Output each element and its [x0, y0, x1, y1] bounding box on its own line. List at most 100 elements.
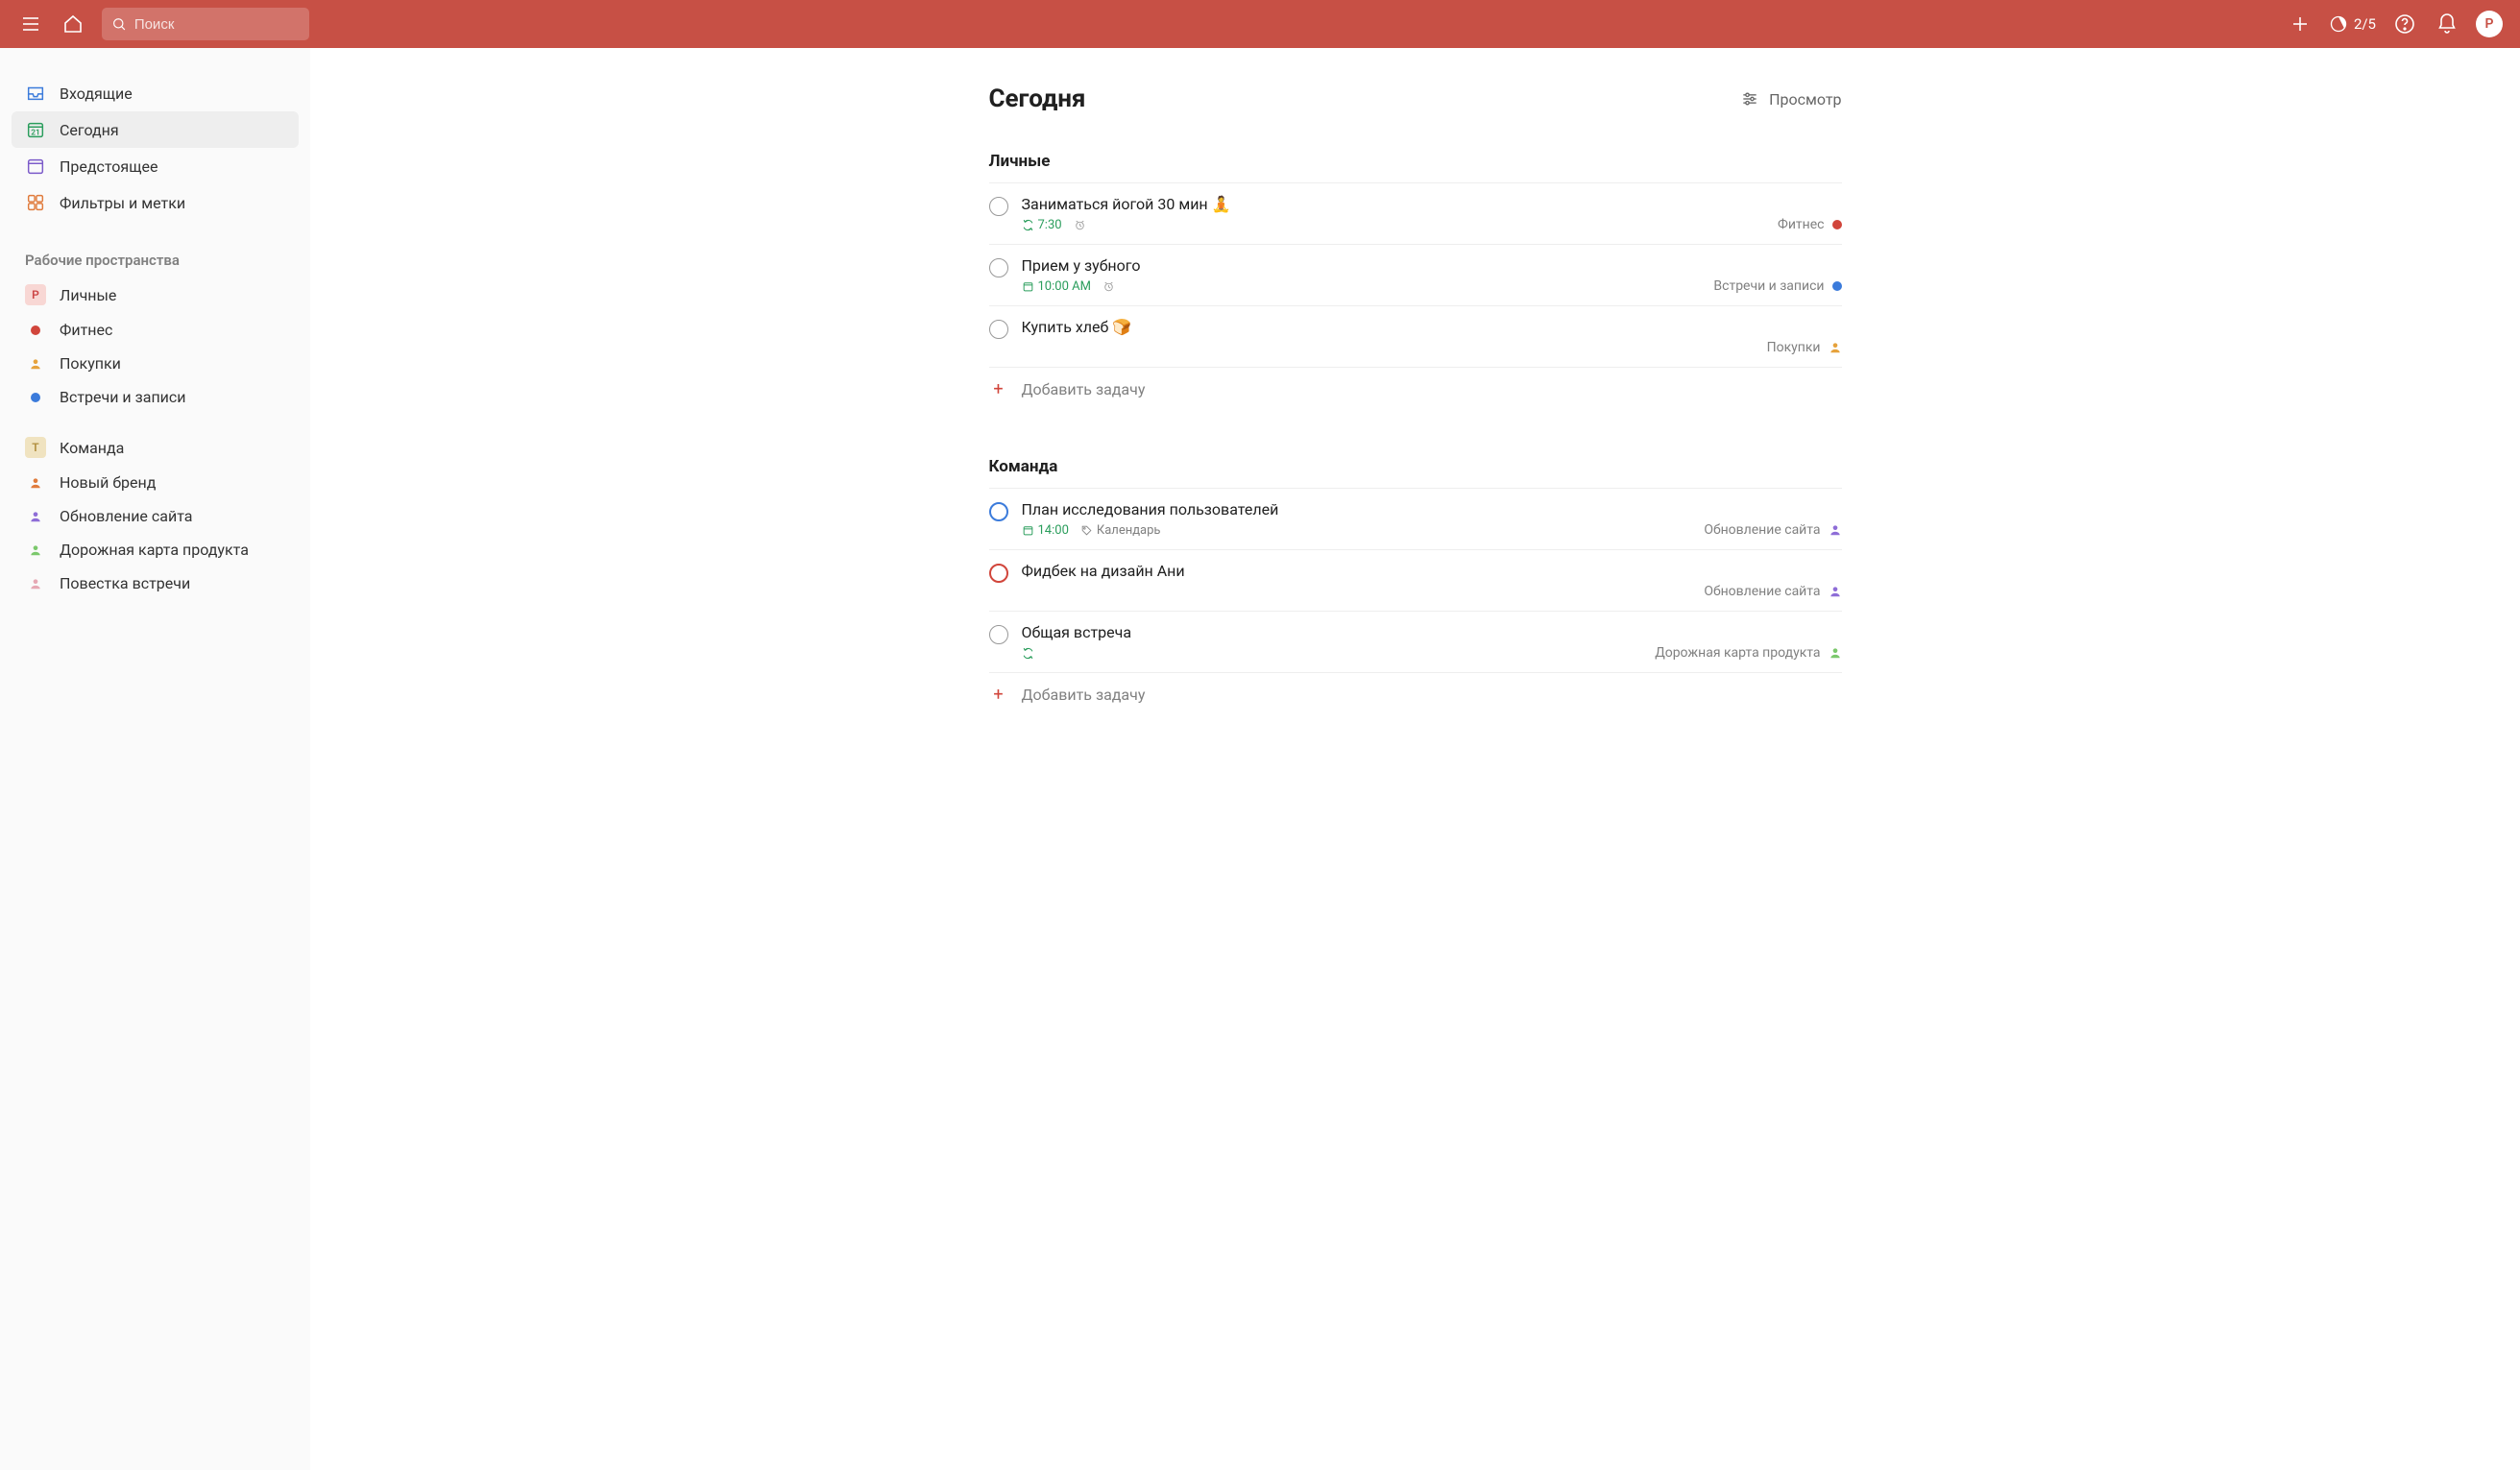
task-checkbox[interactable]	[989, 197, 1008, 216]
sliders-icon	[1740, 89, 1759, 108]
project-roadmap[interactable]: Дорожная карта продукта	[12, 533, 299, 566]
person-icon	[29, 357, 42, 371]
task-project[interactable]: Встречи и записи	[1713, 278, 1841, 294]
upcoming-icon	[25, 156, 46, 177]
project-label: Новый бренд	[60, 473, 156, 492]
task-title: План исследования пользователей	[1022, 500, 1842, 518]
project-label: Встречи и записи	[60, 388, 186, 406]
avatar-letter: P	[2485, 16, 2494, 32]
task-row[interactable]: Заниматься йогой 30 мин 🧘7:30Фитнес	[989, 183, 1842, 245]
productivity-counter[interactable]: 2/5	[2329, 14, 2376, 34]
sidebar-item-label: Предстоящее	[60, 157, 158, 176]
sidebar-item-label: Сегодня	[60, 121, 119, 139]
project-shopping[interactable]: Покупки	[12, 347, 299, 380]
task-checkbox[interactable]	[989, 502, 1008, 521]
person-icon	[1829, 341, 1842, 354]
view-button[interactable]: Просмотр	[1740, 89, 1841, 108]
task-row[interactable]: Общая встреча Дорожная карта продукта	[989, 612, 1842, 673]
svg-text:21: 21	[31, 129, 39, 138]
project-newbrand[interactable]: Новый бренд	[12, 466, 299, 499]
project-label: Обновление сайта	[60, 507, 192, 525]
search-icon	[111, 15, 127, 33]
avatar[interactable]: P	[2476, 11, 2503, 37]
notifications-icon[interactable]	[2434, 11, 2460, 37]
task-title: Общая встреча	[1022, 623, 1842, 641]
section-title: Личные	[989, 152, 1842, 171]
help-icon[interactable]	[2391, 11, 2418, 37]
task-row[interactable]: Прием у зубного 10:00 AM Встречи и записи	[989, 245, 1842, 306]
task-row[interactable]: Фидбек на дизайн АниОбновление сайта	[989, 550, 1842, 612]
page-title: Сегодня	[989, 84, 1086, 113]
counter-text: 2/5	[2354, 15, 2376, 33]
menu-icon[interactable]	[17, 11, 44, 37]
sidebar-item-today[interactable]: 21 Сегодня	[12, 111, 299, 148]
project-label: Фитнес	[60, 321, 112, 339]
task-project[interactable]: Обновление сайта	[1704, 522, 1841, 538]
project-label: Повестка встречи	[60, 574, 190, 592]
person-icon	[1829, 646, 1842, 660]
add-task-label: Добавить задачу	[1022, 380, 1146, 398]
add-icon[interactable]	[2287, 11, 2314, 37]
task-project-label: Покупки	[1767, 340, 1821, 355]
person-icon	[1829, 523, 1842, 537]
add-task-button[interactable]: + Добавить задачу	[989, 368, 1842, 411]
task-checkbox[interactable]	[989, 320, 1008, 339]
task-project-label: Дорожная карта продукта	[1655, 645, 1820, 661]
task-project-label: Встречи и записи	[1713, 278, 1824, 294]
home-icon[interactable]	[60, 11, 86, 37]
workspace-avatar: P	[25, 284, 46, 305]
sidebar-item-label: Входящие	[60, 84, 133, 103]
main-content: Сегодня Просмотр ЛичныеЗаниматься йогой …	[310, 48, 2520, 1470]
sidebar-item-upcoming[interactable]: Предстоящее	[12, 148, 299, 184]
workspace-personal[interactable]: P Личные	[12, 277, 299, 313]
project-appointments[interactable]: Встречи и записи	[12, 380, 299, 414]
add-task-label: Добавить задачу	[1022, 686, 1146, 704]
task-label: Календарь	[1080, 523, 1161, 538]
alarm-icon	[1074, 219, 1086, 231]
task-project[interactable]: Обновление сайта	[1704, 584, 1841, 599]
workspace-label: Личные	[60, 286, 116, 304]
task-checkbox[interactable]	[989, 258, 1008, 277]
sidebar-item-filters[interactable]: Фильтры и метки	[12, 184, 299, 221]
progress-icon	[2329, 14, 2348, 34]
search-box[interactable]	[102, 8, 309, 40]
project-color-dot	[31, 325, 40, 335]
task-project-label: Фитнес	[1778, 217, 1824, 232]
task-row[interactable]: Купить хлеб 🍞 Покупки	[989, 306, 1842, 368]
task-title: Прием у зубного	[1022, 256, 1842, 275]
workspace-avatar: T	[25, 437, 46, 458]
workspaces-heading: Рабочие пространства	[12, 244, 299, 277]
search-input[interactable]	[134, 16, 300, 33]
task-checkbox[interactable]	[989, 625, 1008, 644]
task-row[interactable]: План исследования пользователей 14:00 Кале…	[989, 489, 1842, 550]
task-project[interactable]: Дорожная карта продукта	[1655, 645, 1841, 661]
project-color-dot	[31, 393, 40, 402]
sidebar-item-label: Фильтры и метки	[60, 194, 185, 212]
today-icon: 21	[25, 119, 46, 140]
project-label: Дорожная карта продукта	[60, 541, 249, 559]
task-time: 7:30	[1022, 218, 1062, 232]
topbar: 2/5 P	[0, 0, 2520, 48]
task-checkbox[interactable]	[989, 564, 1008, 583]
workspace-team[interactable]: T Команда	[12, 429, 299, 466]
task-title: Купить хлеб 🍞	[1022, 318, 1842, 336]
project-siteupdate[interactable]: Обновление сайта	[12, 499, 299, 533]
section-title: Команда	[989, 457, 1842, 476]
sidebar: Входящие 21 Сегодня Предстоящее Фильтры …	[0, 48, 310, 1470]
plus-icon: +	[989, 685, 1008, 705]
add-task-button[interactable]: + Добавить задачу	[989, 673, 1842, 716]
inbox-icon	[25, 83, 46, 104]
project-label: Покупки	[60, 354, 121, 373]
task-project[interactable]: Покупки	[1767, 340, 1842, 355]
task-project[interactable]: Фитнес	[1778, 217, 1841, 232]
task-project-label: Обновление сайта	[1704, 584, 1820, 599]
sidebar-item-inbox[interactable]: Входящие	[12, 75, 299, 111]
task-time: 10:00 AM	[1022, 279, 1091, 294]
task-project-label: Обновление сайта	[1704, 522, 1820, 538]
person-icon	[29, 476, 42, 490]
plus-icon: +	[989, 379, 1008, 399]
project-fitness[interactable]: Фитнес	[12, 313, 299, 347]
task-section: Команда План исследования пользователей 14…	[989, 457, 1842, 716]
project-agenda[interactable]: Повестка встречи	[12, 566, 299, 600]
task-time: 14:00	[1022, 523, 1069, 538]
